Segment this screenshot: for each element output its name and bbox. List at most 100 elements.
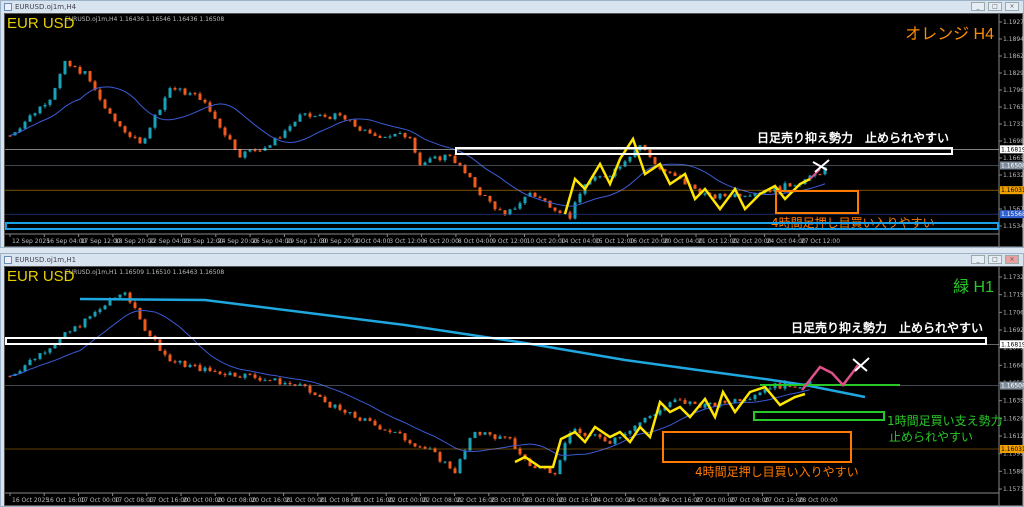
price-tick-label: 1.16395 <box>1003 398 1024 405</box>
candle-body <box>23 365 27 372</box>
time-tick-label: 2 Oct 04:00 <box>355 238 390 245</box>
chart-window-icon <box>4 256 12 264</box>
candle-body <box>648 416 652 418</box>
candle-body <box>398 132 402 134</box>
candle-body <box>343 115 347 120</box>
candle-body <box>103 305 107 310</box>
candle-body <box>233 372 237 377</box>
price-tick-label: 1.16925 <box>1003 327 1024 334</box>
chart-canvas: 1.173251.171951.170601.169251.167901.166… <box>5 267 1024 507</box>
daily-resistance-zone <box>455 147 953 155</box>
candle-body <box>748 195 752 197</box>
candle-body <box>453 155 457 163</box>
candle-body <box>723 193 727 197</box>
candle-body <box>748 399 752 401</box>
candle-body <box>603 437 607 442</box>
candle-body <box>43 104 47 107</box>
price-marker-label: 1.16819 <box>1001 341 1024 348</box>
candle-body <box>363 418 367 421</box>
candle-body <box>503 436 507 438</box>
candle-body <box>633 425 637 431</box>
candle-body <box>713 194 717 199</box>
candle-body <box>208 367 212 372</box>
candle-body <box>608 441 612 444</box>
candle-body <box>88 71 92 82</box>
candle-body <box>73 326 77 332</box>
price-marker-label: 1.16508 <box>1001 383 1024 390</box>
candle-body <box>403 433 407 441</box>
candle-body <box>133 136 137 138</box>
candle-body <box>53 88 57 100</box>
window-title: EURUSD.oj1m,H4 <box>15 3 77 11</box>
candle-body <box>223 373 227 376</box>
candle-body <box>578 193 582 203</box>
candle-body <box>33 358 37 360</box>
candle-body <box>513 438 517 449</box>
candle-body <box>403 132 407 138</box>
candle-body <box>608 176 612 178</box>
candle-body <box>758 392 762 396</box>
long-moving-average-line <box>79 297 866 399</box>
h1-support-note-2: 止められやすい <box>889 430 974 444</box>
close-button[interactable]: × <box>1005 2 1019 11</box>
candle-body <box>373 420 377 426</box>
candle-body <box>383 136 387 138</box>
candle-body <box>228 372 232 376</box>
window-title-bar[interactable]: EURUSD.oj1m,H4 _ □ × <box>1 1 1023 13</box>
candle-body <box>248 150 252 152</box>
candle-body <box>593 434 597 436</box>
ohlc-readout: EURUSD.oj1m,H1 1.16509 1.16510 1.16463 1… <box>65 269 225 276</box>
price-tick-label: 1.17325 <box>1003 274 1024 281</box>
price-chart-h1[interactable]: 1.173251.171951.170601.169251.167901.166… <box>4 266 1024 507</box>
candle-body <box>48 348 52 353</box>
price-marker-label: 1.15568 <box>1001 211 1024 218</box>
time-tick-label: 8 Oct 04:00 <box>458 238 493 245</box>
maximize-button[interactable]: □ <box>988 255 1002 264</box>
window-title-bar[interactable]: EURUSD.oj1m,H1 _ □ × <box>1 254 1023 266</box>
candle-body <box>693 184 697 189</box>
candle-body <box>138 137 142 144</box>
minimize-button[interactable]: _ <box>971 255 985 264</box>
candle-body <box>323 396 327 402</box>
candle-body <box>358 417 362 421</box>
candle-body <box>493 434 497 439</box>
candle-body <box>28 115 32 122</box>
maximize-button[interactable]: □ <box>988 2 1002 11</box>
candle-body <box>473 431 477 438</box>
candle-body <box>618 437 622 439</box>
candle-body <box>38 353 42 359</box>
price-tick-label: 1.15860 <box>1003 468 1024 475</box>
candle-body <box>558 460 562 475</box>
h4-buy-zone <box>775 190 859 214</box>
candle-body <box>368 129 372 134</box>
candle-body <box>218 118 222 128</box>
candle-body <box>213 111 217 119</box>
candle-body <box>613 437 617 444</box>
candle-body <box>98 309 102 312</box>
candle-body <box>498 436 502 439</box>
price-chart-h4[interactable]: 1.19275 1.18945 1.18620 1.18290 1.17965 1.176… <box>4 13 1024 248</box>
candle-body <box>628 430 632 434</box>
candle-body <box>218 371 222 374</box>
candle-body <box>523 196 527 204</box>
price-tick-label: 1.19275 <box>1003 19 1024 26</box>
minimize-button[interactable]: _ <box>971 2 985 11</box>
price-tick-label: 1.16325 <box>1003 172 1024 179</box>
price-tick-label: 1.16260 <box>1003 415 1024 422</box>
candle-body <box>378 135 382 138</box>
time-tick-label: 9 Oct 12:00 <box>492 238 527 245</box>
candle-body <box>88 316 92 319</box>
h4-buy-zone <box>662 431 852 463</box>
candle-body <box>378 425 382 430</box>
close-button[interactable]: × <box>1005 255 1019 264</box>
candle-body <box>553 207 557 211</box>
candle-body <box>508 437 512 439</box>
candle-body <box>513 208 517 210</box>
candle-body <box>83 318 87 328</box>
candle-body <box>148 127 152 139</box>
candle-body <box>483 194 487 196</box>
candle-body <box>593 176 597 181</box>
candle-body <box>63 60 67 75</box>
candle-body <box>23 121 27 129</box>
price-tick-label: 1.17310 <box>1003 121 1024 128</box>
